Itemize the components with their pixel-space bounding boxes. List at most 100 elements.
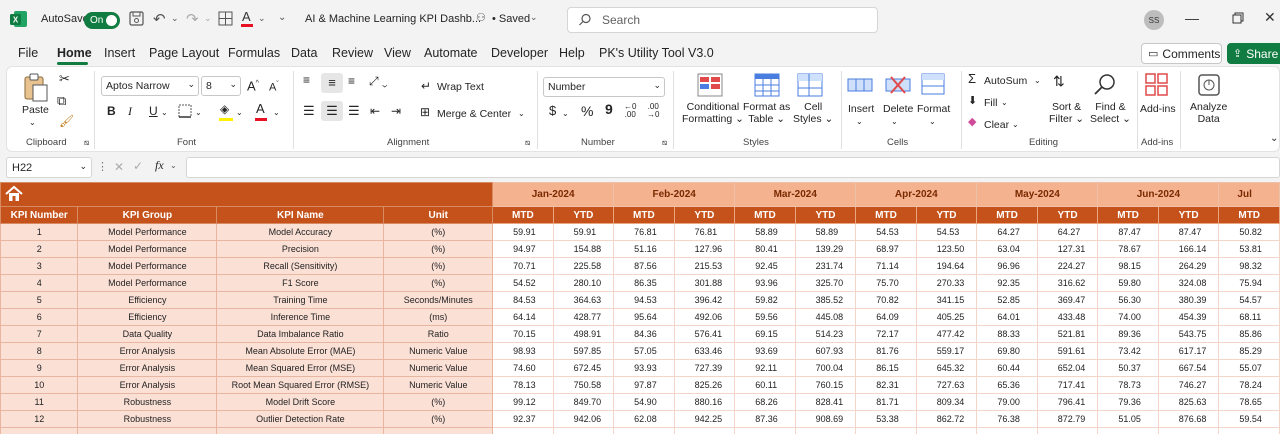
table-cell[interactable]: 50.37 [1097,359,1159,377]
merge-center-button[interactable]: Merge & Center [437,108,511,120]
table-cell[interactable]: 746.27 [1157,376,1220,394]
addins-icon[interactable] [1145,73,1169,100]
more-icon[interactable]: ⋮ [97,160,108,173]
table-cell[interactable]: 64.27 [1036,223,1099,241]
table-cell[interactable]: 99.12 [492,393,554,411]
share-button[interactable]: ⇪ Share [1227,43,1280,64]
table-cell[interactable]: 51.05 [1097,410,1159,428]
cell-styles-icon[interactable] [797,73,823,100]
align-middle-icon[interactable]: ≡ [321,73,343,93]
sub-header[interactable]: YTD [1036,206,1099,224]
redo-icon[interactable]: ↷ [186,10,199,28]
align-left-icon[interactable]: ☰ [303,104,315,117]
analyze-data-icon[interactable] [1197,73,1221,100]
table-cell[interactable]: 94.97 [492,240,554,258]
tab-automate[interactable]: Automate [424,46,478,60]
tab-insert[interactable]: Insert [104,46,135,60]
bold-icon[interactable]: B [107,105,116,117]
table-cell[interactable]: 60.44 [976,359,1038,377]
table-cell[interactable]: 87.47 [1097,223,1159,241]
font-color-button-icon[interactable]: A [256,102,265,115]
table-cell[interactable]: 543.75 [1157,325,1220,343]
table-cell[interactable]: 872.79 [1036,410,1099,428]
sub-header[interactable]: MTD [1097,206,1159,224]
table-cell[interactable]: 880.16 [673,393,736,411]
saved-status[interactable]: • Saved [492,13,530,25]
insert-button[interactable]: Insert [848,103,874,115]
table-cell[interactable]: 12 [0,410,79,428]
table-cell[interactable]: (%) [383,393,494,411]
sub-header[interactable]: MTD [976,206,1038,224]
cell-styles-button[interactable]: Cell Styles ⌄ [793,101,833,125]
tab-utility-tool[interactable]: PK's Utility Tool V3.0 [599,46,714,60]
table-cell[interactable]: 53.81 [1218,240,1280,258]
table-cell[interactable]: 64.14 [492,308,554,326]
percent-icon[interactable]: % [581,104,593,118]
minimize-icon[interactable]: — [1185,10,1199,26]
table-cell[interactable]: 89.36 [1097,325,1159,343]
table-cell[interactable]: 92.11 [734,359,796,377]
table-cell[interactable]: 65.36 [976,376,1038,394]
table-cell[interactable]: 53.38 [855,410,917,428]
table-cell[interactable]: 88.33 [976,325,1038,343]
table-cell[interactable]: Training Time [216,291,385,309]
analyze-data-button[interactable]: Analyze Data [1190,101,1227,125]
table-cell[interactable]: (%) [383,240,494,258]
table-cell[interactable]: 92.37 [492,410,554,428]
table-cell[interactable]: 825.26 [673,376,736,394]
empty-cell[interactable] [855,427,917,434]
table-cell[interactable]: Error Analysis [77,376,218,394]
format-painter-icon[interactable]: 🖌 [59,115,74,127]
table-cell[interactable]: 8 [0,342,79,360]
table-cell[interactable]: Mean Absolute Error (MAE) [216,342,385,360]
align-center-icon[interactable]: ☰ [321,101,343,121]
collapse-ribbon-icon[interactable]: ⌄ [1270,133,1278,145]
table-cell[interactable]: 667.54 [1157,359,1220,377]
sub-header[interactable]: MTD [613,206,675,224]
format-cells-icon[interactable] [921,73,945,98]
enter-icon[interactable]: ✓ [133,159,143,173]
autosum-dropdown-icon[interactable]: ⌄ [1034,75,1041,87]
table-cell[interactable]: 98.15 [1097,257,1159,275]
table-cell[interactable]: Numeric Value [383,359,494,377]
table-cell[interactable]: 796.41 [1036,393,1099,411]
table-cell[interactable]: 727.63 [915,376,978,394]
empty-cell[interactable] [673,427,736,434]
table-cell[interactable]: 76.81 [613,223,675,241]
table-cell[interactable]: 54.52 [492,274,554,292]
table-cell[interactable]: 93.96 [734,274,796,292]
empty-cell[interactable] [1036,427,1099,434]
table-cell[interactable]: 597.85 [552,342,615,360]
clear-dropdown-icon[interactable]: ⌄ [1012,119,1019,131]
sub-header[interactable]: YTD [915,206,978,224]
paste-button[interactable]: Paste [22,104,49,116]
column-header[interactable]: KPI Name [216,206,385,224]
table-cell[interactable]: 445.08 [794,308,857,326]
sub-header[interactable]: MTD [1218,206,1280,224]
table-cell[interactable]: 324.08 [1157,274,1220,292]
table-cell[interactable]: 59.56 [734,308,796,326]
delete-dropdown-icon[interactable]: ⌄ [891,116,898,128]
table-cell[interactable]: Inference Time [216,308,385,326]
borders-button-icon[interactable] [178,104,192,121]
table-cell[interactable]: Efficiency [77,308,218,326]
table-cell[interactable]: 270.33 [915,274,978,292]
tab-file[interactable]: File [18,46,38,60]
table-cell[interactable]: 139.29 [794,240,857,258]
increase-decimal-icon[interactable]: ←0.00 [624,103,636,119]
table-cell[interactable]: 87.36 [734,410,796,428]
table-cell[interactable]: 154.88 [552,240,615,258]
align-bottom-icon[interactable]: ≡ [348,75,355,87]
table-cell[interactable]: 54.53 [855,223,917,241]
undo-icon[interactable]: ↶ [153,10,166,28]
table-cell[interactable]: 93.69 [734,342,796,360]
sub-header[interactable]: YTD [552,206,615,224]
save-icon[interactable] [129,11,144,26]
table-cell[interactable]: 78.65 [1218,393,1280,411]
cut-icon[interactable]: ✂ [59,72,70,85]
table-cell[interactable]: 97.87 [613,376,675,394]
table-cell[interactable]: F1 Score [216,274,385,292]
table-cell[interactable]: Model Performance [77,223,218,241]
empty-cell[interactable] [383,427,494,434]
table-cell[interactable]: 215.53 [673,257,736,275]
